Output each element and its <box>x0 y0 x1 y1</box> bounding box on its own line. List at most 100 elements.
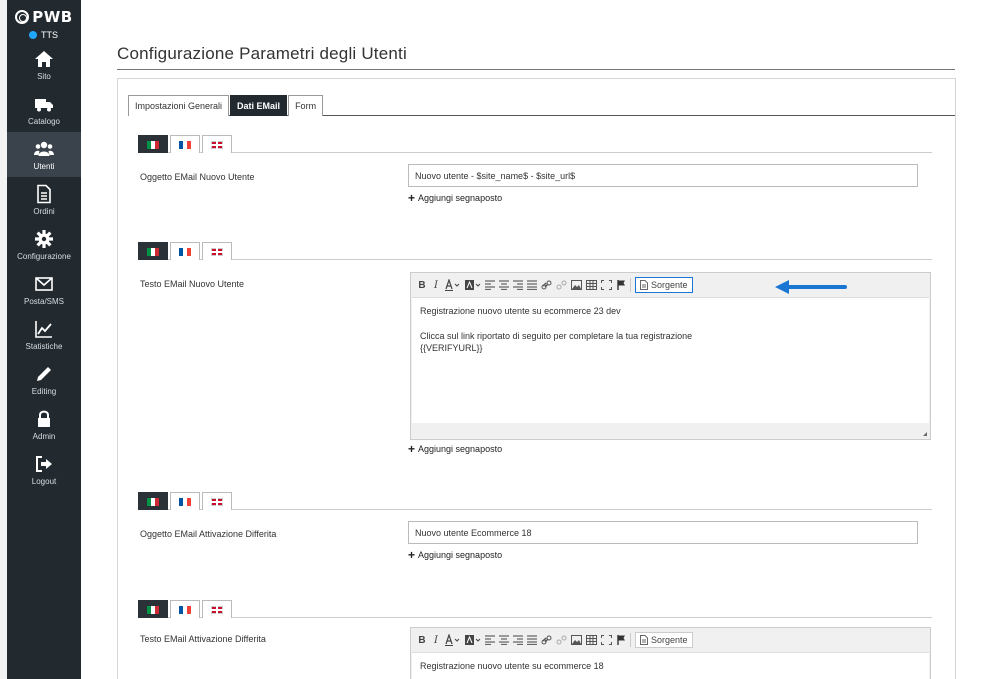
sidebar-item-logout[interactable]: Logout <box>7 447 81 492</box>
source-button[interactable]: Sorgente <box>635 632 693 648</box>
table-button[interactable] <box>586 278 597 292</box>
align-right-button[interactable] <box>513 278 523 292</box>
language-it-button[interactable] <box>138 600 168 618</box>
align-justify-button[interactable] <box>527 278 537 292</box>
add-placeholder-label: Aggiungi segnaposto <box>418 444 503 454</box>
field-label: Testo EMail Nuovo Utente <box>140 279 245 289</box>
envelope-icon <box>35 276 53 291</box>
main-content: Configurazione Parametri degli Utenti Im… <box>81 0 992 679</box>
source-button[interactable]: Sorgente <box>635 277 693 293</box>
language-en-button[interactable] <box>202 600 232 618</box>
editor-content-area[interactable]: Registrazione nuovo utente su ecommerce … <box>412 297 929 423</box>
align-left-button[interactable] <box>485 633 495 647</box>
sidebar-item-label: Sito <box>37 71 51 81</box>
anchor-button[interactable] <box>616 633 626 647</box>
text-color-button[interactable] <box>445 278 461 292</box>
add-placeholder-label: Aggiungi segnaposto <box>418 193 503 203</box>
editor-content-area[interactable]: Registrazione nuovo utente su ecommerce … <box>412 652 929 679</box>
italic-button[interactable]: I <box>431 633 441 647</box>
language-it-button[interactable] <box>138 135 168 153</box>
home-icon <box>35 50 53 67</box>
unlink-button[interactable] <box>556 278 567 292</box>
align-justify-button[interactable] <box>527 633 537 647</box>
source-document-icon <box>640 635 648 645</box>
anchor-button[interactable] <box>616 278 626 292</box>
logo-text: PWB <box>32 8 73 26</box>
sidebar-item-configurazione[interactable]: Configurazione <box>7 222 81 267</box>
sidebar-item-posta-sms[interactable]: Posta/SMS <box>7 267 81 312</box>
language-en-button[interactable] <box>202 492 232 510</box>
language-fr-button[interactable] <box>170 600 200 618</box>
language-fr-button[interactable] <box>170 492 200 510</box>
sidebar: PWB TTS Sito Catalogo Utenti Ordini Conf… <box>7 0 81 679</box>
tab-dati-email[interactable]: Dati EMail <box>230 95 288 116</box>
maximize-button[interactable] <box>601 633 612 647</box>
link-button[interactable] <box>541 633 552 647</box>
italian-flag-icon <box>147 140 159 149</box>
logo-icon <box>15 10 30 24</box>
language-fr-button[interactable] <box>170 135 200 153</box>
plus-icon: + <box>408 190 416 205</box>
unlink-icon <box>556 635 567 645</box>
align-justify-icon <box>527 635 537 645</box>
background-color-button[interactable] <box>465 633 481 647</box>
gear-icon <box>35 229 53 248</box>
text-color-button[interactable] <box>445 633 461 647</box>
sidebar-item-label: Posta/SMS <box>23 296 64 306</box>
subject-deferred-activation-input[interactable]: Nuovo utente Ecommerce 18 <box>408 521 918 544</box>
table-icon <box>586 635 597 645</box>
italic-button[interactable]: I <box>431 278 441 292</box>
language-en-button[interactable] <box>202 135 232 153</box>
unlink-button[interactable] <box>556 633 567 647</box>
editor-resize-handle[interactable] <box>411 423 930 439</box>
add-placeholder-link[interactable]: + Aggiungi segnaposto <box>408 190 503 205</box>
sidebar-item-utenti[interactable]: Utenti <box>7 132 81 177</box>
french-flag-icon <box>179 247 191 256</box>
sidebar-item-sito[interactable]: Sito <box>7 42 81 87</box>
language-selector <box>138 600 932 618</box>
sidebar-item-admin[interactable]: Admin <box>7 402 81 447</box>
table-button[interactable] <box>586 633 597 647</box>
sidebar-item-catalogo[interactable]: Catalogo <box>7 87 81 132</box>
language-it-button[interactable] <box>138 242 168 260</box>
align-justify-icon <box>527 280 537 290</box>
align-left-button[interactable] <box>485 278 495 292</box>
chart-icon <box>35 320 52 338</box>
sidebar-item-editing[interactable]: Editing <box>7 357 81 402</box>
flag-icon <box>616 635 625 645</box>
image-button[interactable] <box>571 633 582 647</box>
sidebar-item-statistiche[interactable]: Statistiche <box>7 312 81 357</box>
align-left-icon <box>485 280 495 290</box>
maximize-button[interactable] <box>601 278 612 292</box>
language-en-button[interactable] <box>202 242 232 260</box>
french-flag-icon <box>179 140 191 149</box>
tab-form[interactable]: Form <box>288 95 324 116</box>
language-fr-button[interactable] <box>170 242 200 260</box>
background-color-button[interactable] <box>465 278 481 292</box>
link-button[interactable] <box>541 278 552 292</box>
logo[interactable]: PWB <box>7 0 81 28</box>
editor-text-line: {{VERIFYURL}} <box>420 343 483 353</box>
language-it-button[interactable] <box>138 492 168 510</box>
source-button-label: Sorgente <box>651 280 688 290</box>
maximize-icon <box>601 635 612 645</box>
bold-button[interactable]: B <box>417 278 427 292</box>
subject-new-user-input[interactable]: Nuovo utente - $site_name$ - $site_url$ <box>408 164 918 187</box>
align-center-button[interactable] <box>499 633 509 647</box>
flag-icon <box>616 280 625 290</box>
field-label: Testo EMail Attivazione Differita <box>140 634 266 644</box>
logout-icon <box>36 455 52 472</box>
text-color-icon <box>445 634 460 646</box>
align-right-icon <box>513 635 523 645</box>
image-button[interactable] <box>571 278 582 292</box>
add-placeholder-link[interactable]: + Aggiungi segnaposto <box>408 549 502 561</box>
tab-impostazioni-generali[interactable]: Impostazioni Generali <box>128 95 230 116</box>
align-right-button[interactable] <box>513 633 523 647</box>
bold-button[interactable]: B <box>417 633 427 647</box>
sidebar-item-ordini[interactable]: Ordini <box>7 177 81 222</box>
align-center-button[interactable] <box>499 278 509 292</box>
sidebar-item-label: Utenti <box>33 161 55 171</box>
editor-toolbar: B I Sorgente <box>411 273 930 297</box>
highlight-arrow-icon <box>775 280 847 294</box>
add-placeholder-link[interactable]: + Aggiungi segnaposto <box>408 443 503 455</box>
